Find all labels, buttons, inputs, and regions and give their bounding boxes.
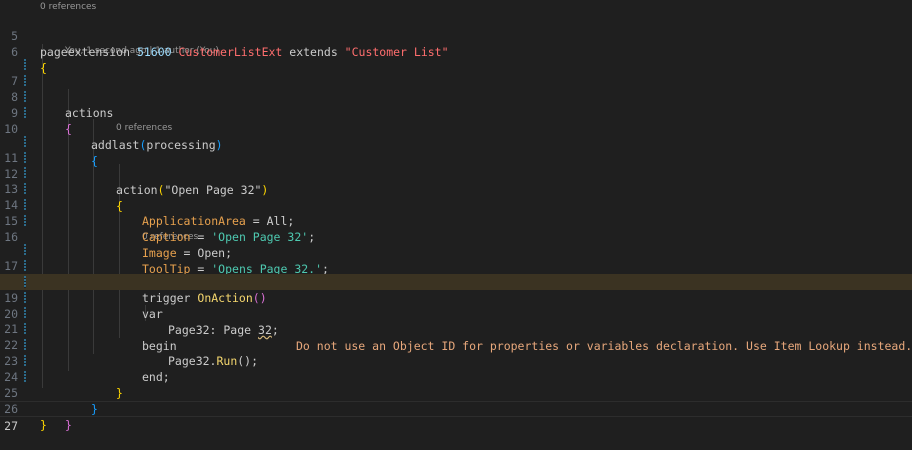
- git-modified-marker[interactable]: [24, 276, 26, 288]
- code-line[interactable]: 15 Image = Open;: [0, 197, 912, 260]
- git-modified-marker[interactable]: [24, 355, 26, 367]
- code-line-warning[interactable]: 19 Page32: Page 32; Do not use an Object…: [0, 274, 912, 353]
- code-line[interactable]: 16 ToolTip = 'Opens Page 32.';: [0, 213, 912, 276]
- git-modified-marker[interactable]: [24, 244, 26, 256]
- git-modified-marker[interactable]: [24, 339, 26, 351]
- git-modified-marker[interactable]: [24, 215, 26, 227]
- code-line[interactable]: 8 {: [0, 73, 912, 136]
- code-line[interactable]: 24 }: [0, 353, 912, 416]
- git-modified-marker[interactable]: [24, 199, 26, 211]
- git-modified-marker[interactable]: [24, 292, 26, 304]
- code-line[interactable]: 12 {: [0, 150, 912, 213]
- git-modified-marker[interactable]: [24, 136, 26, 148]
- code-token: }: [40, 418, 47, 432]
- code-editor[interactable]: 0 references You, 1 second ago | 1 autho…: [0, 0, 912, 433]
- code-line[interactable]: 9 addlast(processing): [0, 89, 912, 152]
- git-modified-marker[interactable]: [24, 323, 26, 335]
- git-modified-marker[interactable]: [24, 371, 26, 383]
- code-line[interactable]: 20 begin: [0, 290, 912, 353]
- code-line[interactable]: 10 {: [0, 105, 912, 168]
- code-line[interactable]: 22 end;: [0, 321, 912, 384]
- code-line[interactable]: 23 }: [0, 337, 912, 400]
- code-token: }: [65, 418, 72, 432]
- git-modified-marker[interactable]: [24, 75, 26, 87]
- code-line[interactable]: 17 trigger OnAction(): [0, 242, 912, 305]
- git-modified-marker[interactable]: [24, 107, 26, 119]
- git-modified-marker[interactable]: [24, 260, 26, 272]
- git-modified-marker[interactable]: [24, 183, 26, 195]
- git-modified-marker[interactable]: [24, 91, 26, 103]
- code-line[interactable]: 21 Page32.Run();: [0, 305, 912, 368]
- git-modified-marker[interactable]: [24, 167, 26, 179]
- line-content: }: [40, 417, 47, 433]
- line-content: }: [65, 417, 72, 433]
- code-line[interactable]: 13 ApplicationArea = All;: [0, 165, 912, 228]
- line-number: 27: [4, 419, 18, 433]
- code-line[interactable]: 7 actions: [0, 57, 912, 120]
- git-modified-marker[interactable]: [24, 59, 26, 71]
- code-line-current[interactable]: 27: [0, 401, 912, 433]
- code-line[interactable]: 14 Caption = 'Open Page 32';: [0, 181, 912, 244]
- code-line[interactable]: 6 {: [0, 28, 912, 75]
- codelens-references[interactable]: 0 references: [116, 122, 172, 134]
- code-line[interactable]: 26 }: [0, 385, 912, 432]
- git-modified-marker[interactable]: [24, 152, 26, 164]
- code-line[interactable]: 25 }: [0, 369, 912, 432]
- code-line[interactable]: 18 var: [0, 258, 912, 321]
- code-line[interactable]: 11 action("Open Page 32"): [0, 134, 912, 197]
- git-modified-marker[interactable]: [24, 307, 26, 319]
- code-line[interactable]: 5 pageextension 51600 CustomerListExt ex…: [0, 12, 912, 59]
